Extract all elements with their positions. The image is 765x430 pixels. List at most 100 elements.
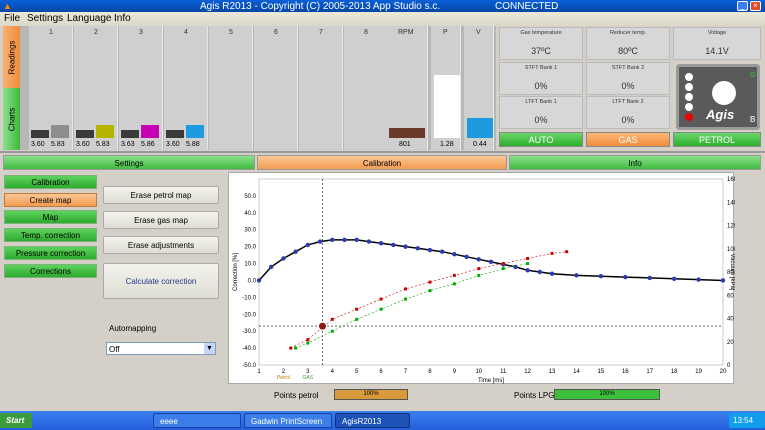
- y-left-tick-label: 0.0: [248, 278, 257, 284]
- x-tick-label: 13: [549, 369, 556, 375]
- x-tick-label: 17: [646, 369, 653, 375]
- x-tick-label: 14: [573, 369, 580, 375]
- stft-bank-2: STFT Bank 2 0%: [586, 62, 670, 95]
- data-point: [379, 307, 383, 311]
- tab-info[interactable]: Info: [509, 155, 761, 170]
- data-point: [269, 264, 274, 270]
- y-right-tick-label: 60: [727, 293, 734, 299]
- chart-svg: 1 2 3 4 5 6 7 8 9 10 11 12 13 14 15 16 17 18 19 2050.040.03…: [233, 177, 738, 384]
- y-left-tick-label: 50.0: [244, 194, 256, 200]
- data-point: [404, 297, 408, 301]
- x-tick-label: 18: [671, 369, 678, 375]
- automapping-label: Automapping: [109, 324, 157, 333]
- menu-language[interactable]: Language: [67, 13, 112, 24]
- y-right-tick-label: 40: [727, 317, 734, 323]
- data-point: [488, 259, 494, 265]
- data-point: [366, 239, 372, 244]
- calibration-chart[interactable]: 1 2 3 4 5 6 7 8 9 10 11 12 13 14 15 16 17 18 19 20 50.0 40.0 3…: [228, 172, 738, 384]
- data-point: [281, 256, 286, 261]
- y-left-tick-label: 20.0: [244, 245, 256, 251]
- data-point: [330, 317, 334, 321]
- y-right-tick-label: 140: [727, 200, 735, 206]
- tab-calibration[interactable]: Calibration: [257, 155, 507, 170]
- erase-petrol-map-button[interactable]: Erase petrol map: [103, 186, 219, 204]
- tab-settings[interactable]: Settings: [3, 155, 255, 170]
- data-point: [476, 257, 481, 262]
- sidebar-item-calibration[interactable]: Calibration: [4, 175, 97, 189]
- injector-4: 4 3.60 5.88: [164, 26, 208, 150]
- x-tick-label: 5: [355, 369, 359, 375]
- sidebar-item-create-map[interactable]: Create map: [4, 193, 97, 207]
- data-point: [306, 341, 310, 345]
- data-point: [696, 277, 701, 282]
- data-point: [671, 276, 677, 281]
- rpm-gauge: RPM 801: [386, 26, 428, 150]
- taskbar-item-printscreen[interactable]: Gadwin PrintScreen: [244, 413, 332, 428]
- mode-gas-button[interactable]: GAS: [586, 132, 670, 147]
- series-line: [290, 251, 567, 349]
- y-left-tick-label: -30.0: [242, 329, 256, 335]
- points-lpg-bar: 100%: [554, 389, 660, 400]
- menu-settings[interactable]: Settings: [27, 13, 63, 24]
- y-left-tick-label: 10.0: [244, 262, 256, 268]
- y-right-axis-label: Vacuum [kPa]: [729, 254, 735, 291]
- points-petrol-bar: 100%: [334, 389, 408, 400]
- data-point: [477, 267, 481, 271]
- data-point: [565, 250, 569, 254]
- data-point: [550, 251, 554, 255]
- p-gauge: P 1.28: [431, 26, 461, 150]
- data-point: [549, 271, 555, 276]
- data-point: [428, 289, 432, 293]
- data-point: [464, 254, 469, 259]
- taskbar-item-agis[interactable]: AgisR2013: [335, 413, 410, 428]
- data-point: [452, 273, 456, 277]
- title-bar: ▲ Agis R2013 - Copyright (C) 2005-2013 A…: [0, 0, 765, 12]
- data-point: [379, 297, 383, 301]
- clock: 13:54: [729, 413, 765, 428]
- tab-readings[interactable]: Readings: [3, 26, 20, 88]
- x-tick-label: 1: [257, 369, 261, 375]
- taskbar-item-eeee[interactable]: eeee: [153, 413, 241, 428]
- data-point: [404, 287, 408, 291]
- reducer-temperature: Reducer temp. 80ºC: [586, 27, 670, 60]
- sidebar-item-corrections[interactable]: Corrections: [4, 264, 97, 278]
- mode-auto-button[interactable]: AUTO: [499, 132, 583, 147]
- mode-petrol-button[interactable]: PETROL: [673, 132, 761, 147]
- injector-2: 2 3.60 5.83: [74, 26, 118, 150]
- data-point: [647, 275, 652, 281]
- data-point: [623, 274, 628, 280]
- y-right-tick-label: 20: [727, 340, 734, 346]
- sidebar-item-temp-correction[interactable]: Temp. correction: [4, 228, 97, 242]
- menu-info[interactable]: Info: [114, 13, 131, 24]
- chevron-down-icon[interactable]: ▼: [204, 343, 215, 354]
- automapping-select[interactable]: Off ▼: [106, 342, 216, 355]
- x-tick-label: 19: [695, 369, 702, 375]
- injector-1: 1 3.60 5.83: [29, 26, 73, 150]
- start-button[interactable]: Start: [0, 413, 32, 428]
- data-point: [526, 256, 530, 260]
- minimize-button[interactable]: _: [737, 1, 748, 11]
- menu-file[interactable]: File: [4, 13, 20, 24]
- injector-5: 5: [209, 26, 253, 150]
- gas-temperature: Gas temperature 37ºC: [499, 27, 583, 60]
- data-point: [354, 237, 359, 243]
- erase-gas-map-button[interactable]: Erase gas map: [103, 211, 219, 229]
- sidebar-item-map[interactable]: Map: [4, 210, 97, 224]
- plot-frame: [258, 178, 724, 366]
- window-title: Agis R2013 - Copyright (C) 2005-2013 App…: [200, 1, 441, 12]
- calculate-correction-button[interactable]: Calculate correction: [103, 263, 219, 299]
- data-point: [501, 267, 505, 271]
- series-line: [295, 263, 528, 349]
- data-point: [720, 278, 726, 283]
- data-point: [526, 262, 530, 266]
- x-tick-label: 8: [428, 369, 432, 375]
- connection-status: CONNECTED: [495, 1, 559, 12]
- data-point: [598, 274, 604, 279]
- close-button[interactable]: ×: [750, 1, 761, 11]
- tab-charts[interactable]: Charts: [3, 88, 20, 150]
- x-axis-label: Time [ms]: [478, 378, 504, 384]
- sidebar-item-pressure-correction[interactable]: Pressure correction: [4, 246, 97, 260]
- data-point: [452, 252, 457, 257]
- erase-adjustments-button[interactable]: Erase adjustments: [103, 236, 219, 254]
- agis-logo-icon: [712, 81, 736, 105]
